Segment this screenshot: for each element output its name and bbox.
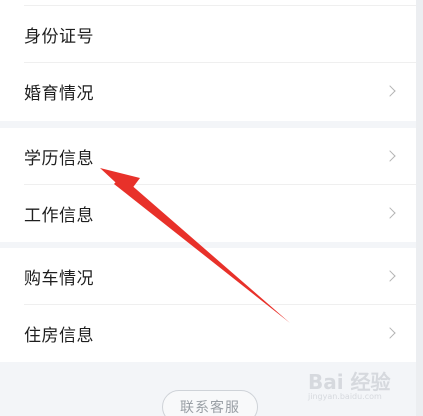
watermark-brand: Bai 经验: [308, 370, 391, 394]
list-item-id-number[interactable]: 身份证号: [0, 6, 416, 63]
list-item-marriage[interactable]: 婚育情况: [0, 63, 416, 120]
watermark-url: jingyan.baidu.com: [308, 392, 382, 401]
chevron-right-icon: [384, 84, 396, 97]
chevron-right-icon: [384, 269, 396, 282]
list-item-label: 学历信息: [24, 149, 94, 169]
side-shade: [416, 0, 423, 416]
chevron-right-icon: [384, 206, 396, 219]
chevron-right-icon: [384, 326, 396, 339]
list-item-car[interactable]: 购车情况: [0, 248, 416, 305]
list-item-label: 住房信息: [24, 326, 94, 346]
settings-page: 身份证号 婚育情况 学历信息 工作信息 购车情况 住房信息 联系客服 Bai 经…: [0, 0, 423, 416]
watermark-logo: Bai 经验 jingyan.baidu.com: [306, 362, 416, 412]
list-item-label: 身份证号: [24, 27, 94, 47]
contact-service-button[interactable]: 联系客服: [162, 390, 258, 416]
list-item-education[interactable]: 学历信息: [0, 128, 416, 185]
personal-info-group: 身份证号 婚育情况: [0, 0, 416, 121]
list-item-housing[interactable]: 住房信息: [0, 305, 416, 362]
list-item-label: 购车情况: [24, 269, 94, 289]
list-item-label: 工作信息: [24, 206, 94, 226]
assets-group: 购车情况 住房信息: [0, 248, 416, 362]
list-item-label: 婚育情况: [24, 84, 94, 104]
list-item-work[interactable]: 工作信息: [0, 185, 416, 242]
top-divider: [24, 5, 416, 6]
chevron-right-icon: [384, 149, 396, 162]
education-work-group: 学历信息 工作信息: [0, 128, 416, 242]
